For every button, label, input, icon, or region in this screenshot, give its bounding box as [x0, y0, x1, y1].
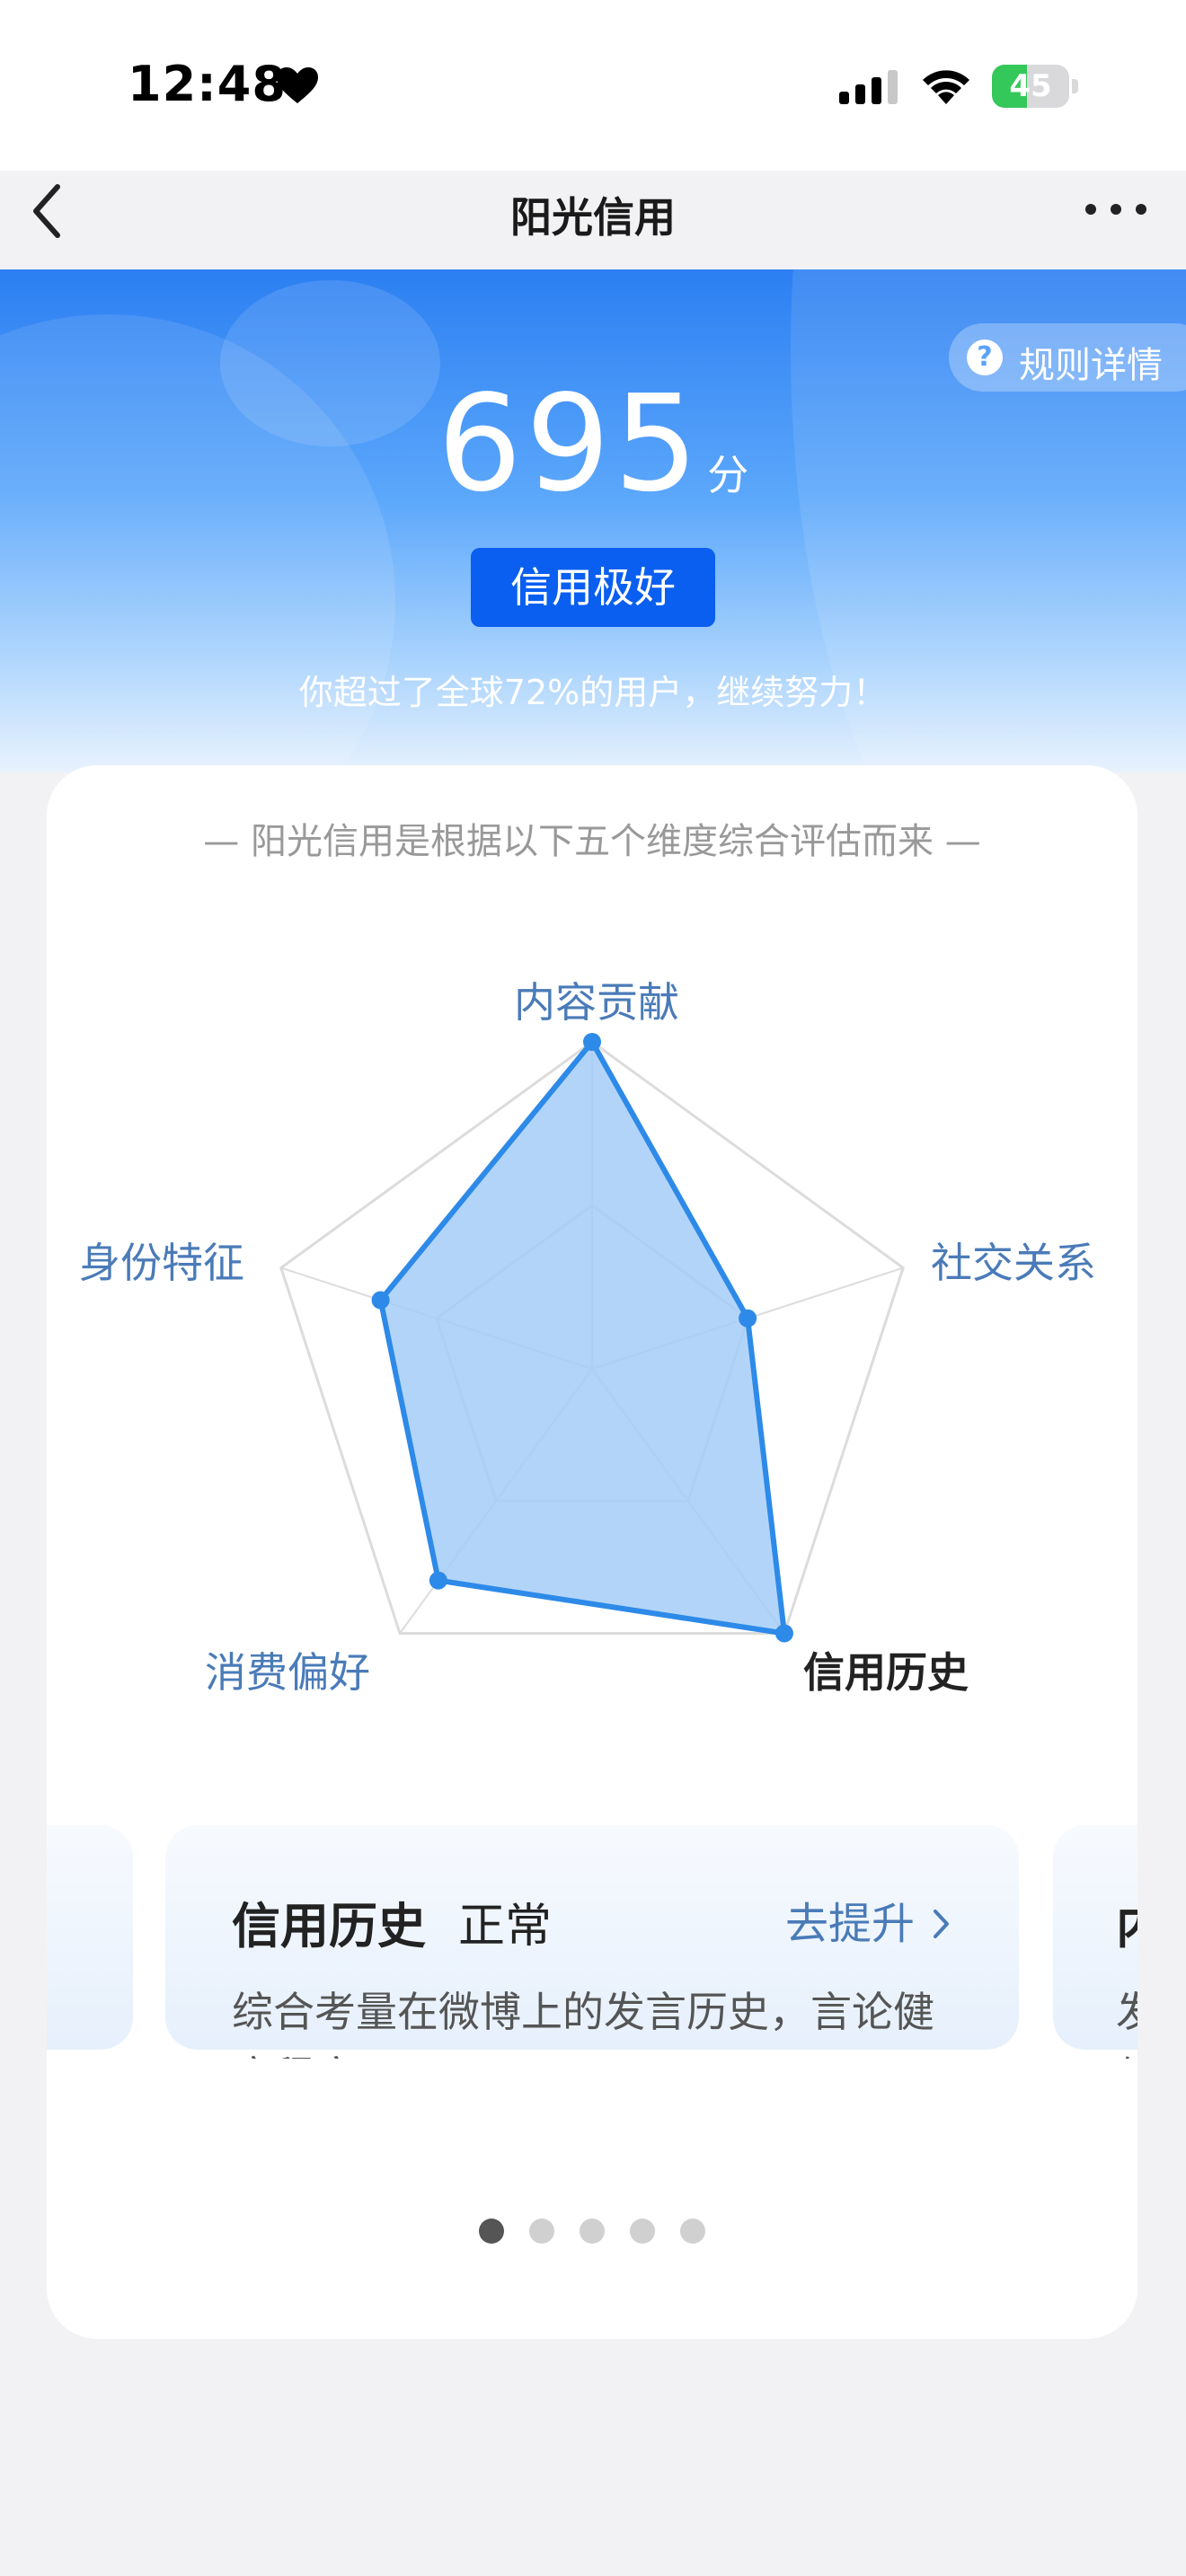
radar-point-4 — [371, 1291, 390, 1310]
wifi-icon — [923, 70, 969, 104]
radar-label-consumption[interactable]: 消费偏好 — [205, 1640, 370, 1699]
pagination-dot[interactable] — [680, 2219, 705, 2244]
status-time: 12:48 — [128, 56, 287, 112]
battery-tip — [1072, 79, 1078, 93]
dimensions-card: — 阳光信用是根据以下五个维度综合评估而来 — 内容贡献 社交关系 信用历史 消… — [47, 765, 1137, 2339]
credit-level-badge: 信用极好 — [471, 548, 715, 627]
radar-label-social: 社交关系 — [931, 1239, 1096, 1287]
improve-link[interactable]: 去提升 — [785, 1888, 951, 1951]
next-card-title: 内 — [1116, 1886, 1137, 1957]
more-options-icon[interactable] — [1084, 196, 1148, 223]
dimension-carousel[interactable]: 信用历史 正常 去提升 综合考量在微博上的发言历史，言论健康程度 内 发 信 — [47, 1825, 1137, 2059]
carousel-card-next[interactable]: 内 发 信 — [1053, 1825, 1137, 2059]
carousel-pagination — [47, 2219, 1137, 2247]
radar-point-0 — [583, 1033, 601, 1051]
radar-label-identity[interactable]: 身份特征 — [79, 1231, 244, 1290]
improve-link-label: 去提升 — [785, 1899, 916, 1949]
pagination-dot[interactable] — [630, 2219, 655, 2244]
cellular-signal-icon — [839, 70, 898, 104]
pagination-dot[interactable] — [529, 2219, 554, 2244]
radar-point-1 — [739, 1309, 757, 1328]
pagination-dot[interactable] — [580, 2219, 605, 2244]
heart-icon — [277, 67, 318, 103]
next-card-text: 信 — [1116, 2044, 1137, 2059]
radar-label-credit-history[interactable]: 信用历史 — [803, 1640, 969, 1699]
radar-point-2 — [774, 1624, 793, 1643]
carousel-card-previous[interactable] — [47, 1825, 133, 2050]
percentile-text: 你超过了全球72%的用户，继续努力！ — [298, 673, 888, 712]
dimension-status: 正常 — [458, 1900, 553, 1954]
dimension-description: 综合考量在微博上的发言历史，言论健康程度 — [232, 1988, 934, 2059]
radar-label-content: 内容贡献 — [514, 978, 679, 1027]
credit-score: 695 分 — [0, 366, 1186, 521]
battery-percent: 45 — [1009, 68, 1052, 104]
status-bar: 12:48 45 阳光信用 — [0, 0, 1186, 242]
radar-point-3 — [429, 1571, 447, 1590]
dimension-title: 信用历史 — [232, 1898, 426, 1954]
battery-indicator: 45 — [992, 65, 1078, 108]
radar-data-area — [377, 1039, 787, 1636]
battery-body: 45 — [992, 65, 1069, 108]
page-title: 阳光信用 — [510, 193, 676, 242]
next-card-text: 发 — [1116, 1988, 1137, 2036]
chevron-right-icon — [934, 1910, 950, 1938]
score-unit: 分 — [707, 451, 749, 499]
pagination-dot[interactable] — [479, 2219, 504, 2244]
score-value: 695 — [437, 366, 703, 521]
carousel-card-active[interactable]: 信用历史 正常 去提升 综合考量在微博上的发言历史，言论健康程度 — [165, 1825, 1019, 2059]
